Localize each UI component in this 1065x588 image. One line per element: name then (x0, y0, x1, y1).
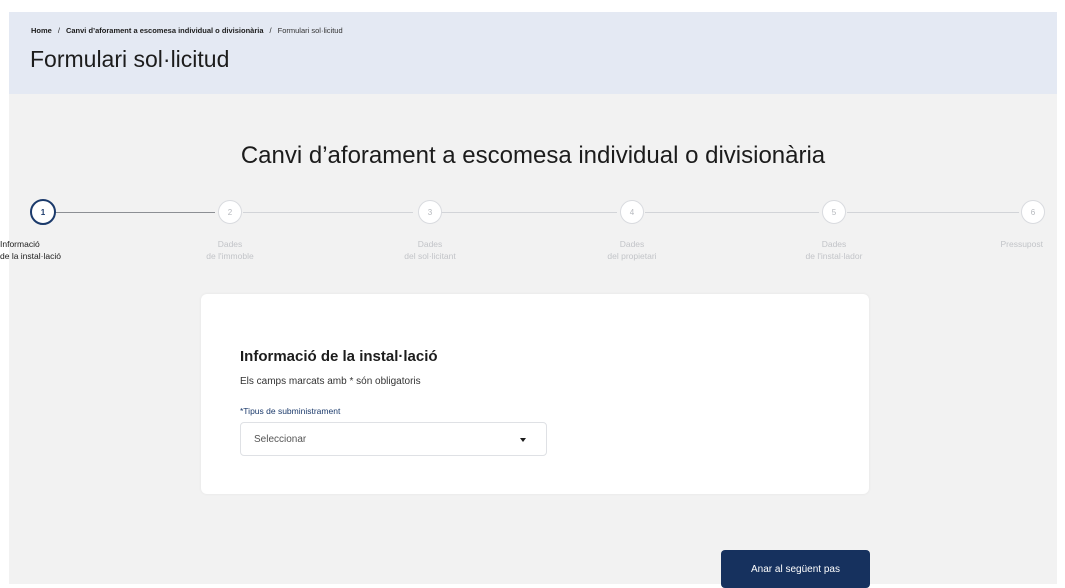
breadcrumb-section-link[interactable]: Canvi d’aforament a escomesa individual … (66, 26, 264, 35)
breadcrumb-separator: / (269, 26, 272, 35)
stepper-connector (243, 212, 413, 213)
caret-down-icon (520, 438, 526, 442)
step-1-label: Informació de la instal·lació (0, 238, 61, 262)
step-4-label-line2: del propietari (607, 251, 657, 261)
form-heading: Canvi d’aforament a escomesa individual … (240, 142, 826, 169)
breadcrumb-home-link[interactable]: Home (31, 26, 52, 35)
step-1-label-line2: de la instal·lació (0, 251, 61, 261)
next-step-button[interactable]: Anar al següent pas (721, 550, 870, 588)
supply-type-selected-value: Seleccionar (254, 434, 307, 445)
step-2-label-line2: de l'immoble (206, 251, 254, 261)
step-4-label-line1: Dades (619, 239, 645, 249)
step-2-label: Dades de l'immoble (180, 238, 280, 262)
step-3-label-line2: del sol·licitant (404, 251, 456, 261)
step-3-label-line1: Dades (417, 239, 443, 249)
step-5-label: Dades de l'instal·lador (784, 238, 884, 262)
step-3-circle: 3 (418, 200, 442, 224)
form-card: Informació de la instal·lació Els camps … (201, 294, 869, 494)
step-6-label-line1: Pressupost (1000, 239, 1043, 249)
stepper-connector (847, 212, 1019, 213)
supply-type-select[interactable]: Seleccionar (240, 422, 547, 456)
step-6-label: Pressupost (969, 238, 1043, 250)
stepper-connector (645, 212, 819, 213)
step-5-label-line1: Dades (821, 239, 847, 249)
page-title: Formulari sol·licitud (30, 46, 230, 72)
step-4-circle: 4 (620, 200, 644, 224)
step-1-circle[interactable]: 1 (30, 199, 56, 225)
stepper-connector (441, 212, 617, 213)
required-fields-note: Els camps marcats amb * són obligatoris (240, 376, 421, 387)
supply-type-label: *Tipus de subministrament (240, 406, 341, 416)
page-content: Home / Canvi d’aforament a escomesa indivi… (0, 12, 1057, 588)
breadcrumb: Home / Canvi d’aforament a escomesa indivi… (31, 26, 343, 35)
page-header: Home / Canvi d’aforament a escomesa indivi… (9, 12, 1057, 94)
breadcrumb-separator: / (57, 26, 60, 35)
section-title: Informació de la instal·lació (240, 348, 438, 365)
breadcrumb-current: Formulari sol·licitud (277, 26, 343, 35)
step-2-circle: 2 (218, 200, 242, 224)
step-2-label-line1: Dades (217, 239, 243, 249)
step-3-label: Dades del sol·licitant (380, 238, 480, 262)
step-5-circle: 5 (822, 200, 846, 224)
step-5-label-line2: de l'instal·lador (805, 251, 863, 261)
step-6-circle: 6 (1021, 200, 1045, 224)
stepper-connector (55, 212, 215, 213)
step-4-label: Dades del propietari (582, 238, 682, 262)
step-1-label-line1: Informació (0, 239, 40, 249)
